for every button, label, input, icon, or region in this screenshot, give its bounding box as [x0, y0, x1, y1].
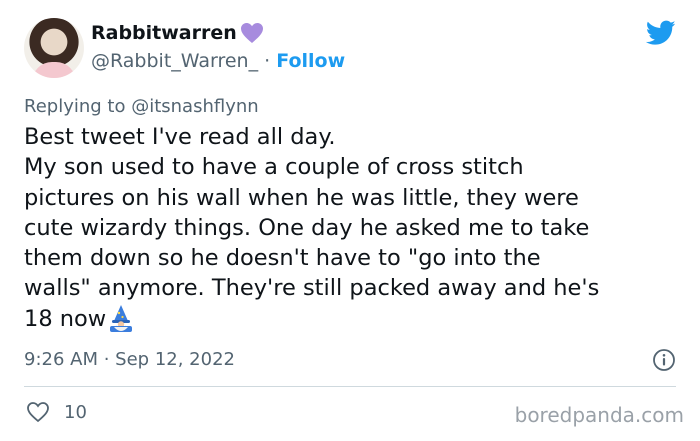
tweet-line: My son used to have a couple of cross st…	[24, 154, 524, 181]
tweet-line: walls" anymore. They're still packed awa…	[24, 275, 600, 302]
time: 9:26 AM	[24, 349, 98, 370]
handle-line: @Rabbit_Warren_ · Follow	[91, 50, 345, 72]
info-icon[interactable]	[652, 348, 676, 372]
avatar-shirt	[32, 62, 76, 78]
reply-prefix: Replying to	[24, 96, 132, 117]
date: Sep 12, 2022	[115, 349, 235, 370]
tweet-line: 18 now	[24, 305, 107, 332]
divider	[24, 386, 676, 387]
tweet-line: cute wizardy things. One day he asked me…	[24, 214, 590, 241]
heart-outline-icon	[27, 402, 49, 423]
like-count: 10	[64, 401, 87, 423]
tweet-text: Best tweet I've read all day. My son use…	[24, 122, 684, 334]
purple-heart-icon	[240, 23, 263, 43]
timestamp-separator: ·	[98, 349, 116, 370]
like-button[interactable]: 10	[26, 401, 87, 423]
twitter-bird-icon[interactable]	[646, 20, 676, 46]
handle[interactable]: @Rabbit_Warren_	[91, 50, 258, 72]
reply-to-handle[interactable]: @itsnashflynn	[131, 96, 258, 117]
handle-separator: ·	[258, 50, 277, 72]
tweet-line: Best tweet I've read all day.	[24, 124, 336, 150]
watermark: boredpanda.com	[514, 403, 684, 427]
avatar[interactable]	[24, 18, 84, 78]
author-header: Rabbitwarren	[91, 22, 264, 44]
display-name[interactable]: Rabbitwarren	[91, 22, 237, 44]
wizard-emoji-icon	[110, 304, 133, 332]
follow-button[interactable]: Follow	[276, 50, 345, 72]
tweet-timestamp[interactable]: 9:26 AM · Sep 12, 2022	[24, 349, 235, 370]
tweet-line: pictures on his wall when he was little,…	[24, 184, 579, 211]
tweet-line: them down so he doesn't have to "go into…	[24, 245, 541, 272]
tweet-last-line: 18 now	[24, 304, 684, 334]
reply-context: Replying to @itsnashflynn	[24, 96, 259, 117]
